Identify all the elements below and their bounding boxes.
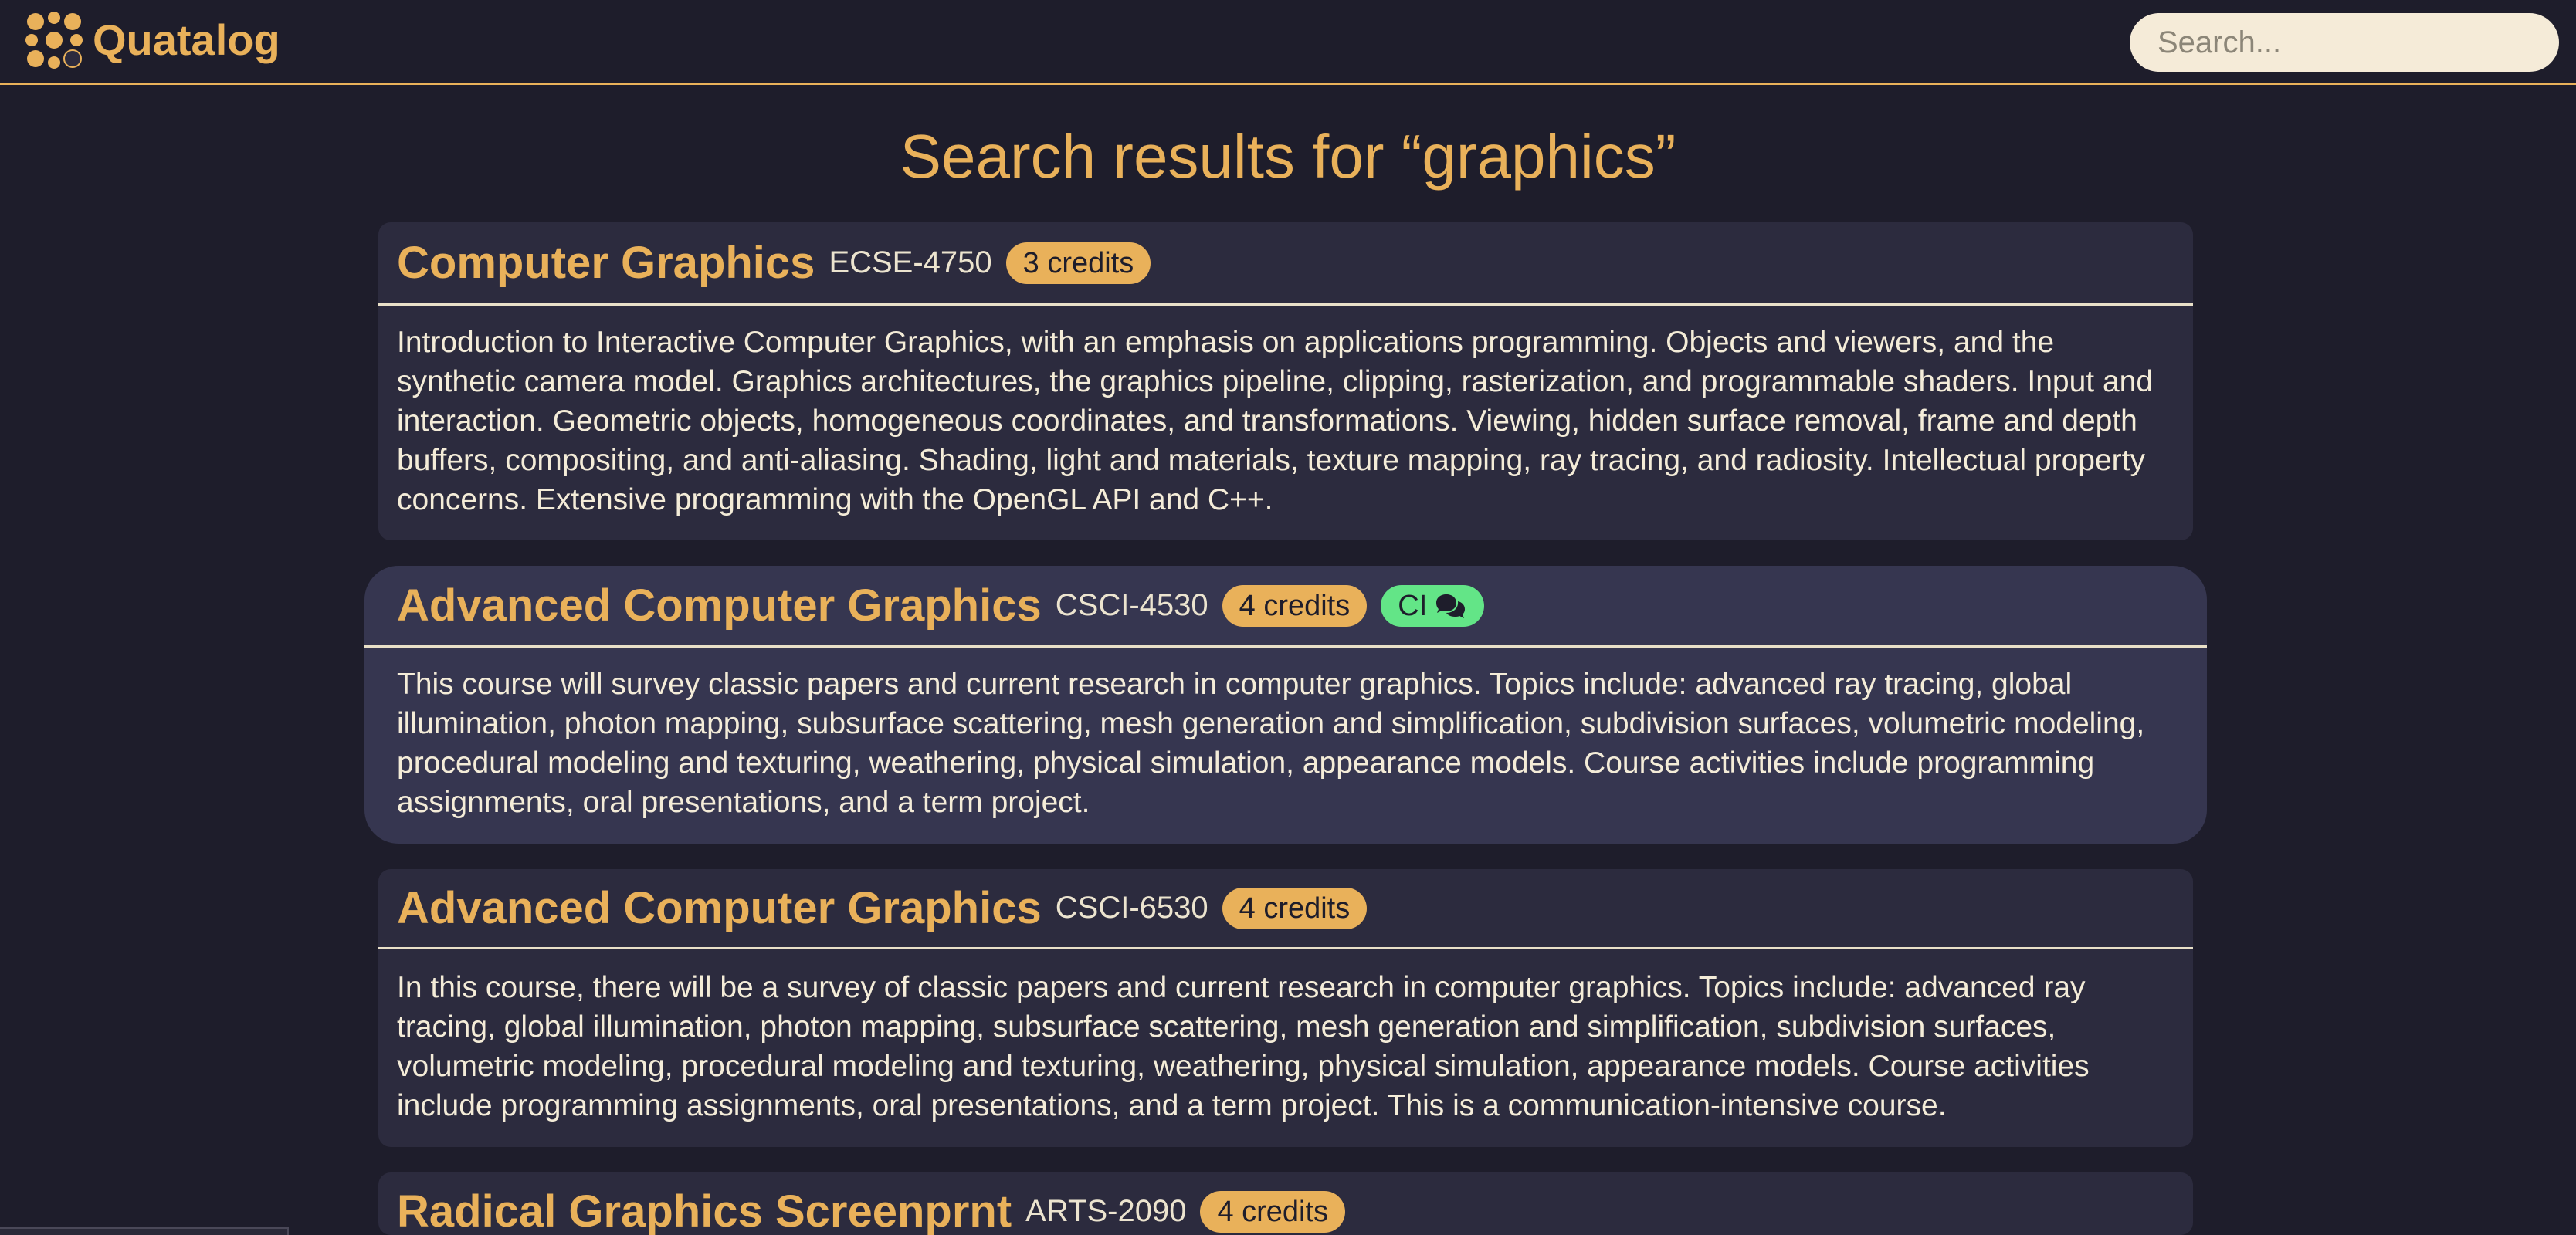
result-card-header: Computer Graphics ECSE-4750 3 credits: [378, 222, 2193, 306]
course-code: ARTS-2090: [1025, 1194, 1187, 1228]
result-card-header: Advanced Computer Graphics CSCI-6530 4 c…: [378, 869, 2193, 949]
result-card[interactable]: Computer Graphics ECSE-4750 3 credits In…: [378, 222, 2193, 540]
course-title[interactable]: Advanced Computer Graphics: [397, 580, 1042, 631]
result-card[interactable]: Advanced Computer Graphics CSCI-6530 4 c…: [378, 869, 2193, 1147]
course-title[interactable]: Computer Graphics: [397, 237, 815, 289]
status-strip: [0, 1227, 289, 1235]
credits-badge: 4 credits: [1222, 584, 1368, 627]
course-title[interactable]: Advanced Computer Graphics: [397, 882, 1042, 934]
course-description: This course will survey classic papers a…: [397, 668, 2145, 819]
search-input[interactable]: [2130, 13, 2559, 72]
course-title[interactable]: Radical Graphics Screenprnt: [397, 1186, 1012, 1235]
result-card[interactable]: Radical Graphics Screenprnt ARTS-2090 4 …: [378, 1172, 2193, 1235]
ci-label: CI: [1398, 589, 1428, 622]
result-card-header: Radical Graphics Screenprnt ARTS-2090 4 …: [378, 1172, 2193, 1235]
page: Quatalog Search results for “graphics” C…: [0, 0, 2576, 1235]
course-description: In this course, there will be a survey o…: [397, 971, 2090, 1122]
credits-badge: 4 credits: [1222, 887, 1368, 929]
app-name: Quatalog: [93, 15, 280, 64]
credits-badge: 3 credits: [1005, 242, 1151, 284]
brand-home-link[interactable]: Quatalog: [25, 11, 280, 69]
course-code: ECSE-4750: [829, 245, 992, 279]
navbar: Quatalog: [0, 0, 2576, 85]
course-description: Introduction to Interactive Computer Gra…: [397, 326, 2154, 516]
credits-badge: 4 credits: [1200, 1190, 1346, 1233]
result-card[interactable]: Advanced Computer Graphics CSCI-4530 4 c…: [364, 566, 2207, 844]
comments-icon: [1436, 594, 1466, 618]
page-title: Search results for “graphics”: [900, 122, 1676, 191]
quatalog-logo-icon: [25, 12, 83, 69]
communication-intensive-badge: CI: [1381, 584, 1485, 627]
course-code: CSCI-4530: [1055, 588, 1208, 622]
result-card-header: Advanced Computer Graphics CSCI-4530 4 c…: [364, 566, 2207, 648]
course-code: CSCI-6530: [1055, 891, 1208, 925]
